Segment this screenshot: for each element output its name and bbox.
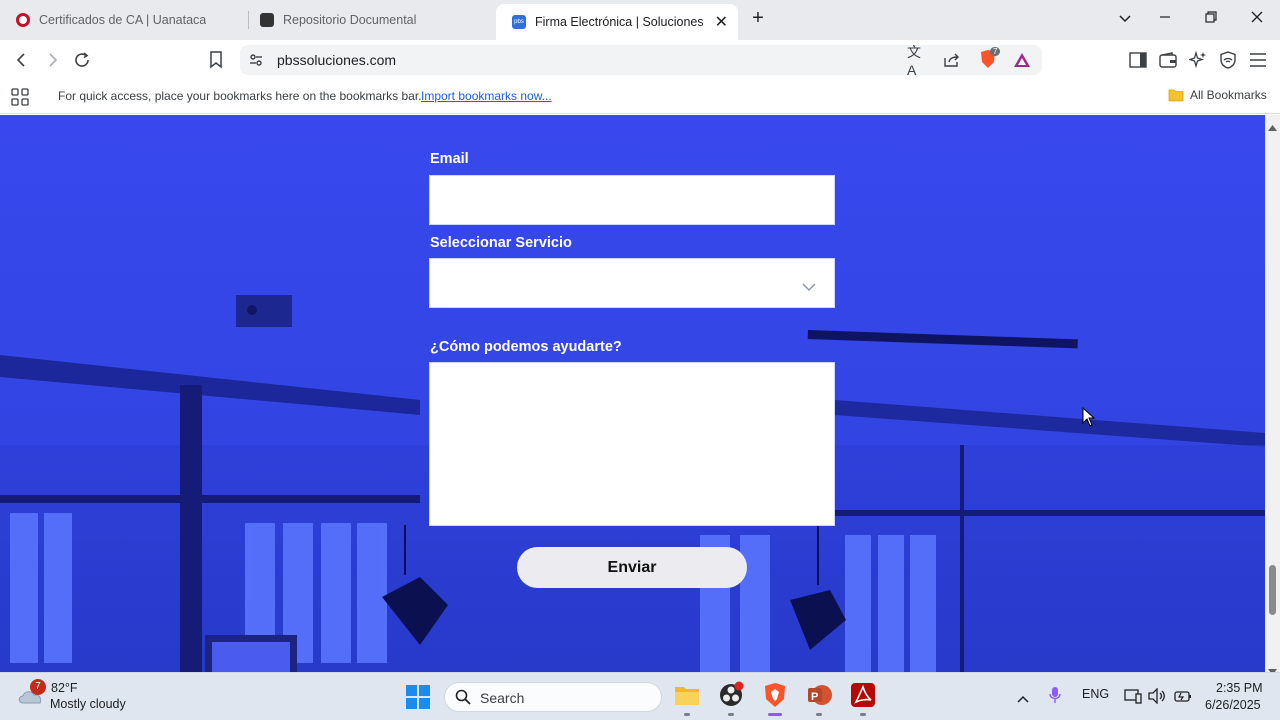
vpn-icon[interactable] (1218, 50, 1238, 70)
apps-grid-icon[interactable] (11, 88, 29, 109)
powerpoint-icon[interactable]: P (805, 681, 833, 709)
new-tab-icon[interactable]: + (748, 7, 768, 30)
battery-icon[interactable] (1172, 688, 1192, 709)
tab-strip: Certificados de CA | Uanataca Repositori… (0, 0, 1280, 40)
tab-title: Firma Electrónica | Soluciones PB (535, 15, 707, 29)
pbs-favicon-icon: pbs (512, 15, 526, 29)
language-indicator[interactable]: ENG (1082, 687, 1109, 701)
all-bookmarks-label: All Bookmarks (1190, 88, 1267, 102)
message-textarea[interactable] (429, 362, 835, 526)
tab-uanataca[interactable]: Certificados de CA | Uanataca (0, 0, 248, 40)
service-label: Seleccionar Servicio (430, 235, 572, 251)
tab-title: Certificados de CA | Uanataca (39, 13, 207, 27)
tray-overflow-chevron-icon[interactable] (1017, 690, 1029, 708)
translate-icon[interactable]: 文A (907, 44, 927, 78)
tab-firma-electronica[interactable]: pbs Firma Electrónica | Soluciones PB ✕ (496, 4, 738, 40)
scroll-up-arrow-icon[interactable] (1268, 118, 1277, 136)
restore-icon[interactable] (1201, 10, 1221, 27)
windows-taskbar: 7 82°F Mostly cloudy Search P ENG 2:35 P… (0, 672, 1280, 720)
windows-start-icon[interactable] (406, 685, 430, 714)
weather-desc: Mostly cloudy (50, 697, 126, 711)
send-button[interactable]: Enviar (517, 547, 747, 588)
import-bookmarks-link[interactable]: Import bookmarks now... (421, 89, 552, 103)
scrollbar-thumb[interactable] (1269, 565, 1276, 615)
powerpoint-running-indicator (816, 713, 822, 716)
tab-repositorio[interactable]: Repositorio Documental (244, 0, 494, 40)
clock-date[interactable]: 6/26/2025 (1205, 698, 1261, 712)
leo-ai-icon[interactable] (1188, 50, 1208, 70)
obs-running-indicator (728, 713, 734, 716)
brave-rewards-icon[interactable] (1012, 50, 1032, 70)
email-label: Email (430, 151, 469, 167)
reload-icon[interactable] (72, 50, 92, 70)
forward-icon[interactable] (42, 50, 62, 70)
minimize-icon[interactable] (1155, 10, 1175, 27)
weather-badge: 7 (30, 679, 46, 695)
page-content: Email Seleccionar Servicio ¿Cómo podemos… (0, 115, 1265, 672)
wallet-icon[interactable] (1158, 50, 1178, 70)
bookmarks-bar: For quick access, place your bookmarks h… (0, 80, 1280, 114)
brave-shields-icon[interactable]: 7 (978, 47, 1001, 69)
mouse-cursor-icon (1082, 406, 1096, 432)
tab-title: Repositorio Documental (283, 13, 417, 27)
all-bookmarks-button[interactable]: All Bookmarks (1168, 88, 1267, 102)
svg-text:P: P (811, 691, 818, 703)
menu-icon[interactable] (1248, 50, 1268, 70)
search-placeholder: Search (480, 690, 525, 706)
weather-widget[interactable]: 7 82°F Mostly cloudy (16, 679, 126, 712)
obs-icon[interactable] (717, 681, 745, 709)
brave-browser-icon[interactable] (761, 681, 789, 709)
email-field[interactable] (429, 175, 835, 225)
bookmark-icon[interactable] (206, 50, 226, 70)
uanataca-favicon-icon (16, 13, 30, 27)
folder-icon (1168, 89, 1184, 102)
clock-time[interactable]: 2:35 PM (1216, 681, 1263, 695)
tab-search-chevron-icon[interactable] (1115, 10, 1135, 27)
shields-badge: 7 (990, 47, 1001, 56)
address-bar[interactable]: pbssoluciones.com 文A 7 (240, 44, 1042, 78)
page-scrollbar[interactable] (1265, 115, 1280, 675)
taskbar-search[interactable]: Search (444, 682, 662, 712)
sidebar-icon[interactable] (1128, 50, 1148, 70)
weather-temp: 82°F (51, 681, 78, 695)
message-label: ¿Cómo podemos ayudarte? (430, 339, 622, 355)
search-icon (455, 689, 471, 710)
repositorio-favicon-icon (260, 13, 274, 27)
service-select[interactable] (429, 258, 835, 308)
acrobat-icon[interactable] (849, 681, 877, 709)
url-text[interactable]: pbssoluciones.com (277, 52, 396, 68)
volume-icon[interactable] (1148, 687, 1166, 709)
brave-active-indicator (768, 713, 782, 716)
back-icon[interactable] (12, 50, 32, 70)
acrobat-running-indicator (860, 713, 866, 716)
chevron-down-icon (802, 279, 816, 297)
close-window-icon[interactable] (1247, 10, 1267, 27)
file-explorer-icon[interactable] (673, 681, 701, 709)
microphone-icon[interactable] (1049, 686, 1061, 709)
site-settings-icon[interactable] (246, 50, 266, 70)
file-explorer-running-indicator (684, 713, 690, 716)
bookmarks-prompt: For quick access, place your bookmarks h… (58, 89, 422, 103)
network-icon[interactable] (1124, 688, 1142, 709)
share-icon[interactable] (942, 50, 962, 70)
close-tab-icon[interactable]: ✕ (715, 12, 728, 32)
